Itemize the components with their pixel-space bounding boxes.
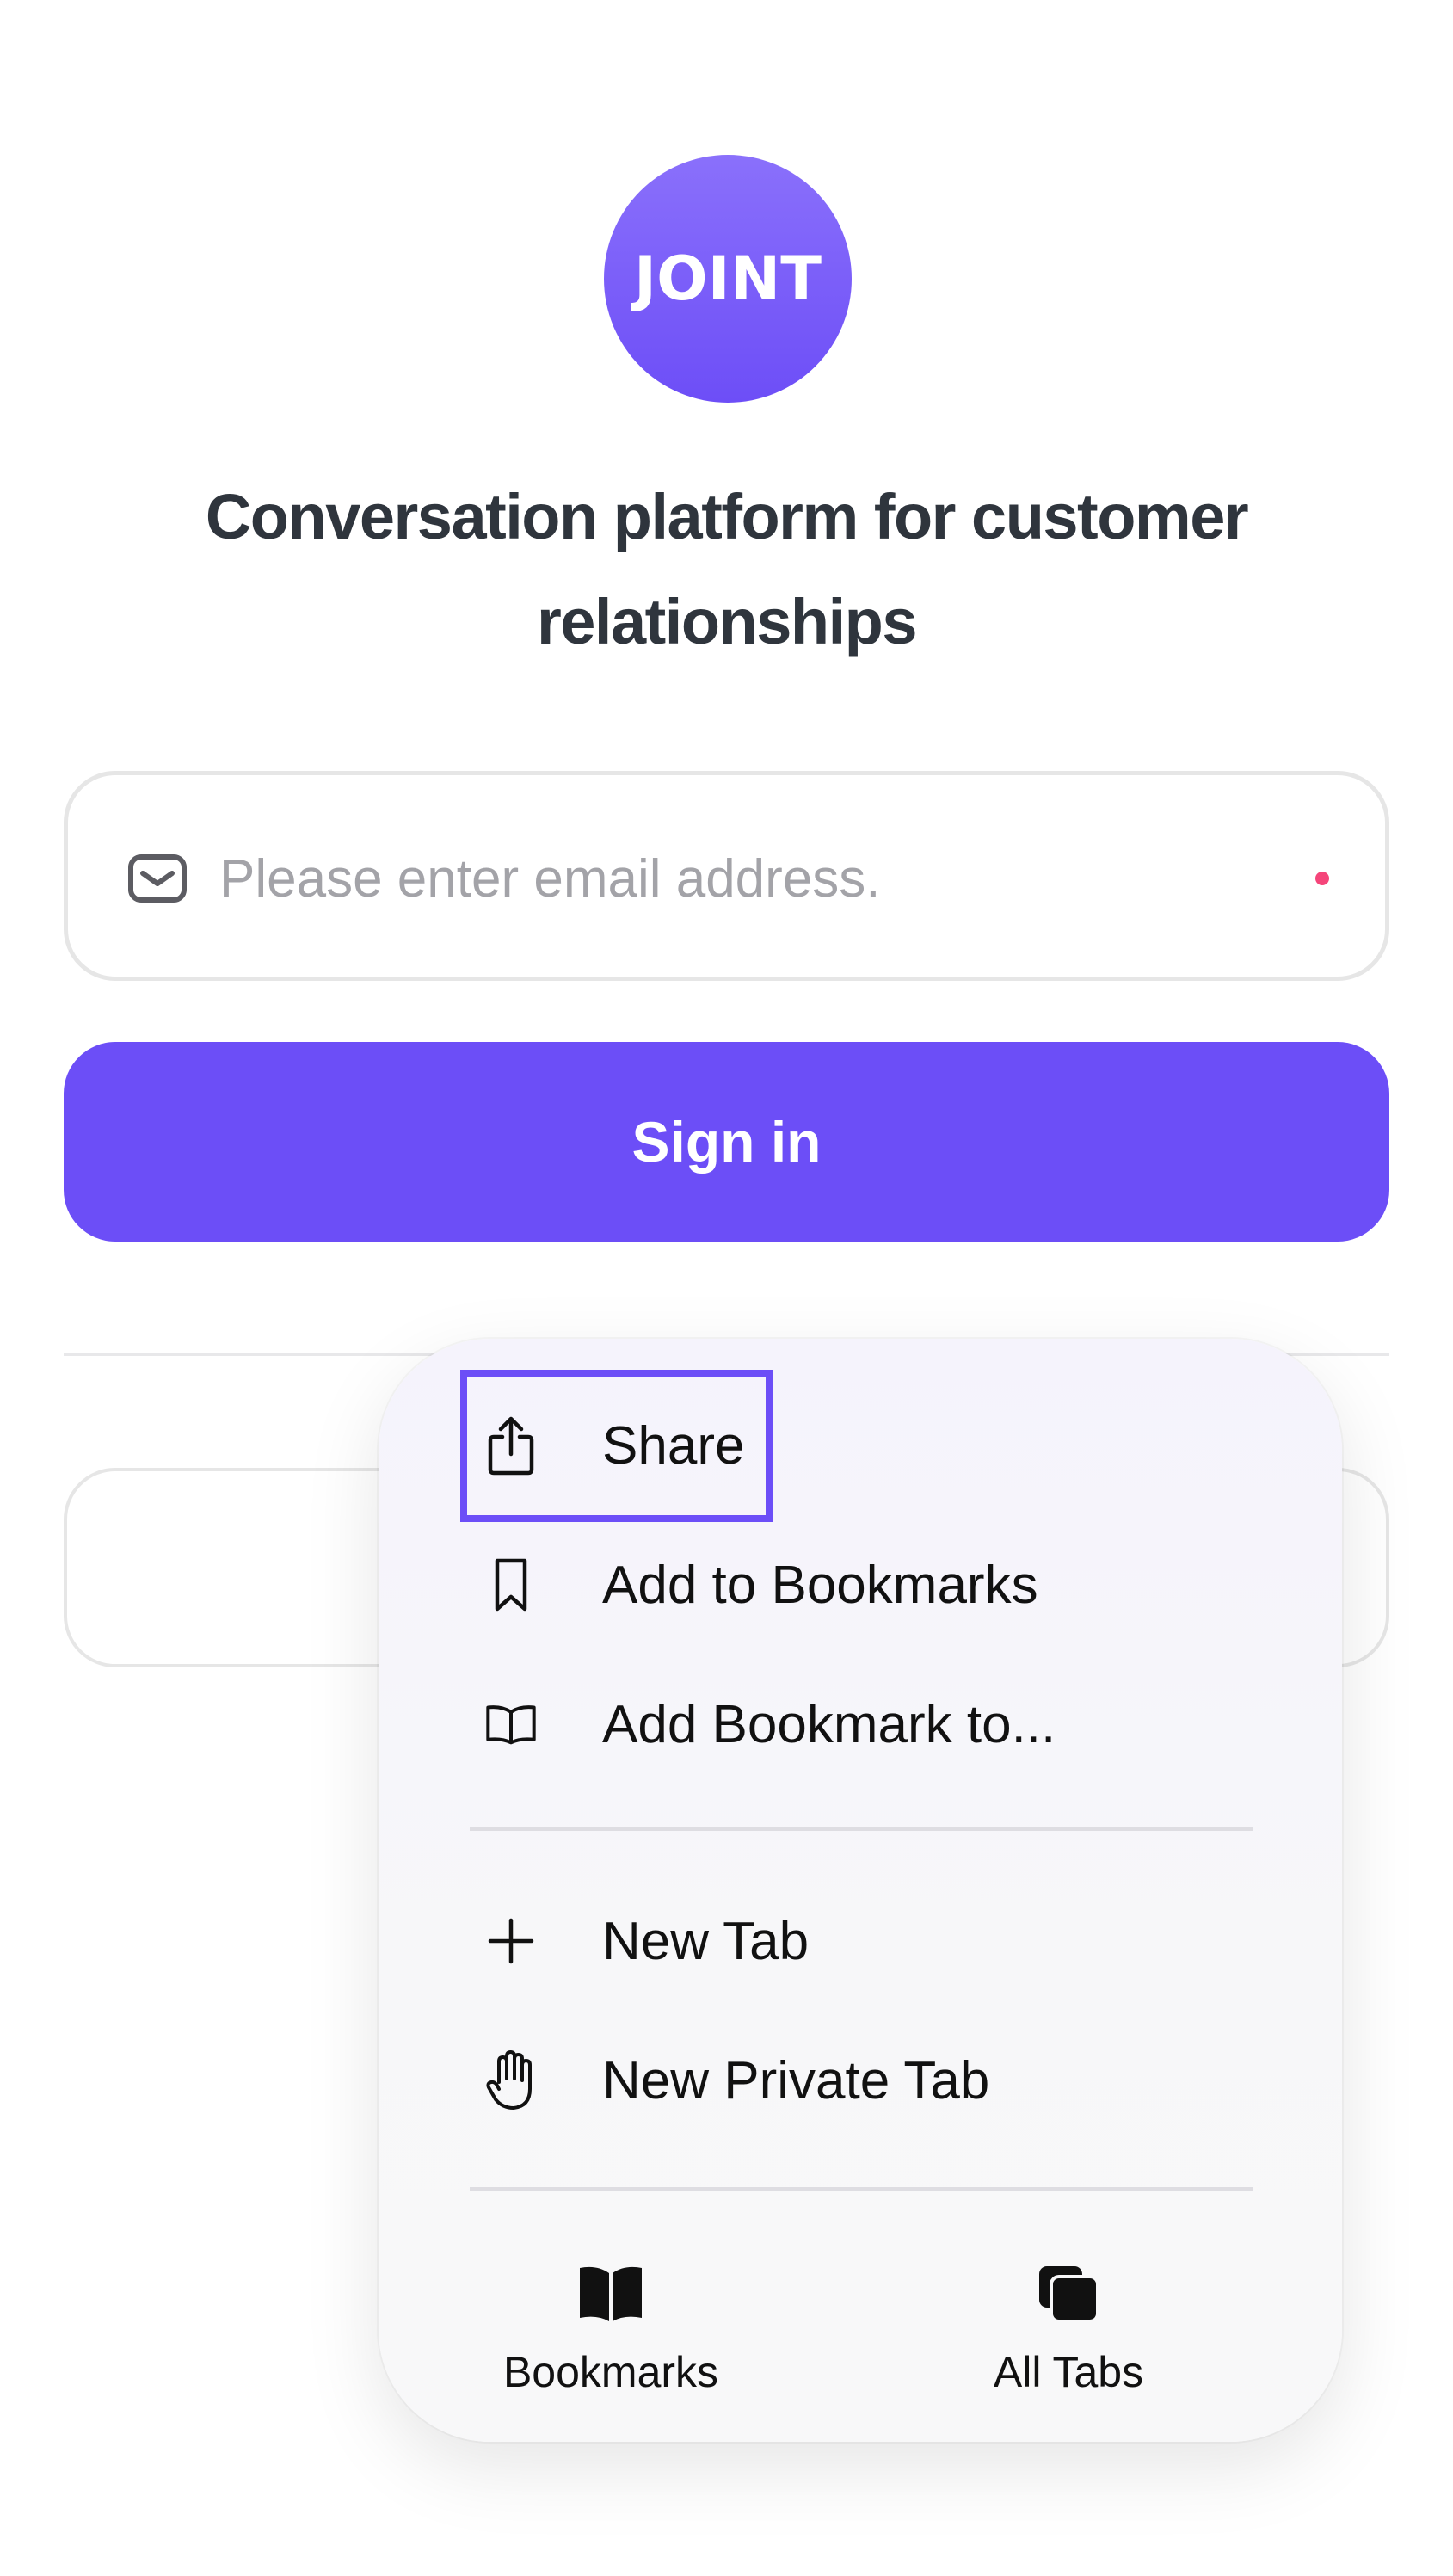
menu-separator xyxy=(470,1827,1253,1831)
menu-item-label: Add to Bookmarks xyxy=(602,1555,1038,1615)
menu-separator xyxy=(470,2187,1253,2191)
share-highlight-box xyxy=(460,1370,773,1522)
envelope-icon xyxy=(128,854,187,903)
browser-context-menu: Share Add to Bookmarks Add Bookmark to..… xyxy=(379,1339,1342,2442)
joint-logo: JOINT xyxy=(604,155,852,403)
menu-item-add-to-bookmarks[interactable]: Add to Bookmarks xyxy=(379,1525,1342,1645)
bookmarks-button[interactable]: Bookmarks xyxy=(465,2242,757,2406)
menu-item-add-bookmark-to[interactable]: Add Bookmark to... xyxy=(379,1664,1342,1784)
tabs-stack-icon xyxy=(1039,2266,1099,2323)
hand-icon xyxy=(483,2050,539,2110)
menu-item-new-tab[interactable]: New Tab xyxy=(379,1881,1342,2001)
email-field[interactable] xyxy=(64,771,1389,981)
bookmarks-book-icon xyxy=(580,2266,642,2321)
plus-icon xyxy=(483,1914,539,1969)
logo-text: JOINT xyxy=(634,243,822,314)
bookmarks-label: Bookmarks xyxy=(502,2348,719,2396)
required-indicator xyxy=(1315,872,1329,885)
open-book-icon xyxy=(483,1697,539,1752)
page-title: Conversation platform for customer relat… xyxy=(205,481,1249,657)
email-input[interactable] xyxy=(219,835,1295,921)
menu-item-new-private-tab[interactable]: New Private Tab xyxy=(379,2020,1342,2141)
menu-item-label: Add Bookmark to... xyxy=(602,1694,1056,1754)
menu-item-label: New Private Tab xyxy=(602,2050,990,2111)
bookmark-icon xyxy=(483,1557,539,1612)
sign-in-button[interactable]: Sign in xyxy=(64,1042,1389,1242)
menu-item-label: New Tab xyxy=(602,1911,810,1971)
all-tabs-button[interactable]: All Tabs xyxy=(922,2242,1215,2406)
all-tabs-label: All Tabs xyxy=(993,2348,1144,2396)
